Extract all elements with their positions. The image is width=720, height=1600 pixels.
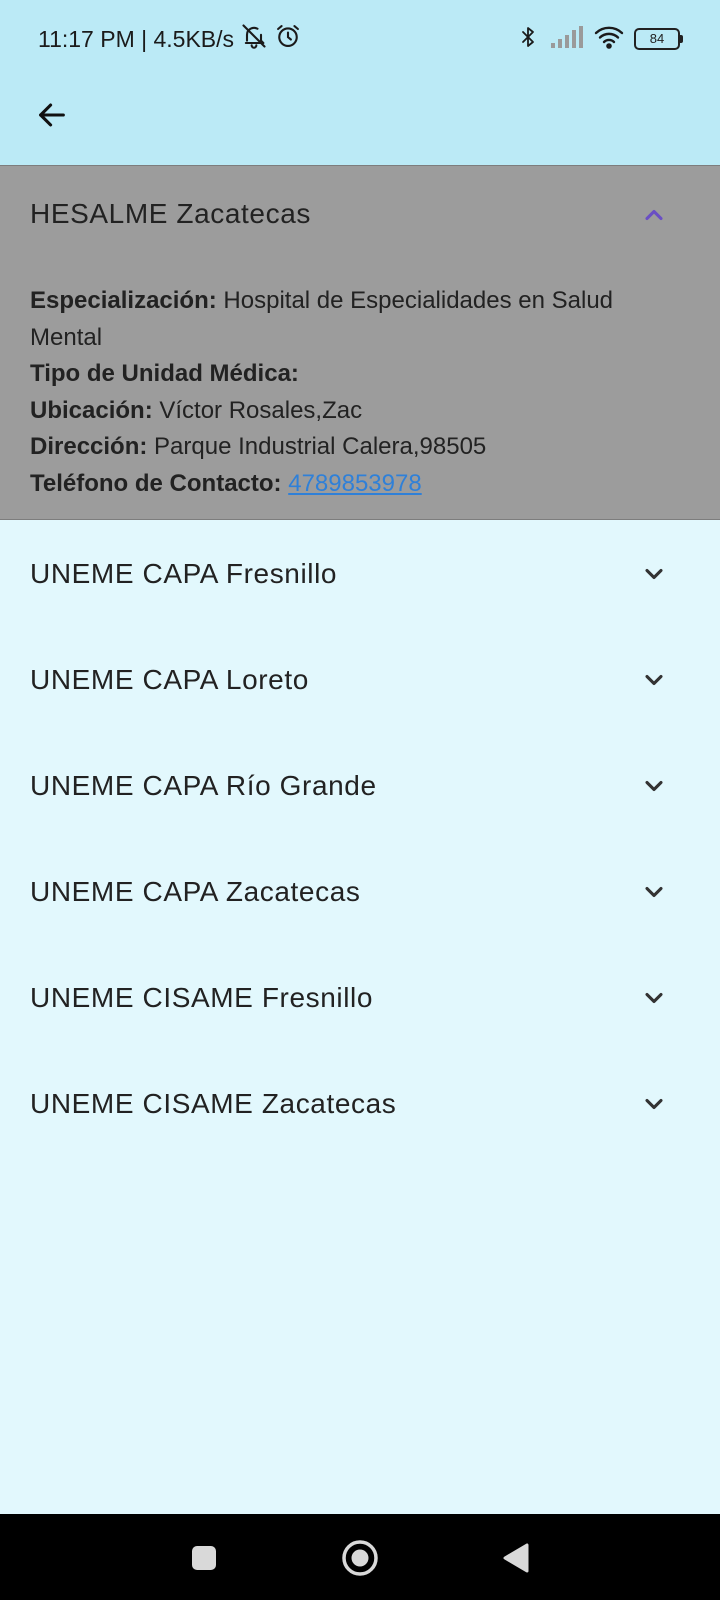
chevron-down-icon: [645, 886, 663, 898]
app-bar: 11:17 PM | 4.5KB/s 84: [0, 0, 720, 165]
detail-especializacion: Especialización: Hospital de Especialida…: [30, 283, 670, 356]
status-time-speed: 11:17 PM | 4.5KB/s: [38, 25, 235, 52]
detail-label: Ubicación:: [30, 396, 153, 424]
detail-label: Especialización:: [30, 287, 217, 314]
status-right: 84: [516, 23, 683, 56]
list-item-uneme-capa-rio-grande[interactable]: UNEME CAPA Río Grande: [0, 732, 720, 838]
chevron-down-icon: [645, 568, 663, 580]
phone-link[interactable]: 4789853978: [288, 470, 421, 497]
detail-direccion: Dirección: Parque Industrial Calera,9850…: [30, 429, 670, 466]
recent-apps-button[interactable]: [182, 1536, 226, 1580]
arrow-left-icon: [39, 103, 65, 127]
detail-value: Víctor Rosales,Zac: [159, 396, 363, 424]
expanded-list-item: HESALME Zacatecas Especialización: Hospi…: [0, 165, 720, 520]
expanded-item-header[interactable]: HESALME Zacatecas: [0, 166, 720, 266]
chevron-down-icon: [645, 1098, 663, 1110]
bluetooth-icon: [516, 23, 540, 56]
list-item-title: UNEME CAPA Loreto: [30, 664, 309, 695]
alarm-icon: [274, 22, 302, 56]
chevron-down-icon: [645, 992, 663, 1004]
system-back-button[interactable]: [494, 1536, 538, 1580]
home-button[interactable]: [338, 1536, 382, 1580]
chevron-down-icon: [645, 780, 663, 792]
detail-value: Parque Industrial Calera,98505: [154, 433, 487, 460]
detail-label: Tipo de Unidad Médica:: [30, 360, 299, 387]
mute-icon: [240, 22, 268, 56]
chevron-up-icon: [645, 209, 663, 221]
battery-icon: 84: [634, 28, 683, 50]
home-icon: [342, 1540, 378, 1576]
wifi-icon: [594, 25, 624, 54]
detail-telefono: Teléfono de Contacto: 4789853978: [30, 466, 670, 503]
list-item-title: UNEME CAPA Zacatecas: [30, 876, 361, 907]
list-item-title: UNEME CAPA Río Grande: [30, 770, 377, 801]
list-item-uneme-capa-loreto[interactable]: UNEME CAPA Loreto: [0, 626, 720, 732]
detail-ubicacion: Ubicación: Víctor Rosales,Zac: [30, 393, 670, 430]
detail-label: Teléfono de Contacto:: [30, 469, 282, 497]
back-button[interactable]: [30, 93, 74, 137]
list-item-title: UNEME CAPA Fresnillo: [30, 558, 338, 589]
list-item-uneme-capa-zacatecas[interactable]: UNEME CAPA Zacatecas: [0, 838, 720, 944]
back-icon: [503, 1543, 529, 1573]
list-item-title: UNEME CISAME Zacatecas: [30, 1088, 397, 1119]
detail-label: Dirección:: [30, 433, 148, 460]
expanded-item-title: HESALME Zacatecas: [30, 198, 311, 229]
list-item-uneme-cisame-fresnillo[interactable]: UNEME CISAME Fresnillo: [0, 944, 720, 1050]
signal-icon: [550, 25, 584, 54]
unit-details: Especialización: Hospital de Especialida…: [30, 283, 670, 502]
list-item-uneme-cisame-zacatecas[interactable]: UNEME CISAME Zacatecas: [0, 1050, 720, 1156]
recent-apps-icon: [192, 1546, 216, 1570]
status-left: 11:17 PM | 4.5KB/s: [38, 24, 302, 54]
chevron-down-icon: [645, 674, 663, 686]
status-bar: 11:17 PM | 4.5KB/s 84: [0, 0, 720, 78]
list-item-title: UNEME CISAME Fresnillo: [30, 982, 374, 1013]
battery-level: 84: [649, 31, 665, 46]
system-nav-bar: [0, 1514, 720, 1600]
list-item-uneme-capa-fresnillo[interactable]: UNEME CAPA Fresnillo: [0, 520, 720, 626]
detail-tipo-unidad: Tipo de Unidad Médica:: [30, 356, 670, 393]
